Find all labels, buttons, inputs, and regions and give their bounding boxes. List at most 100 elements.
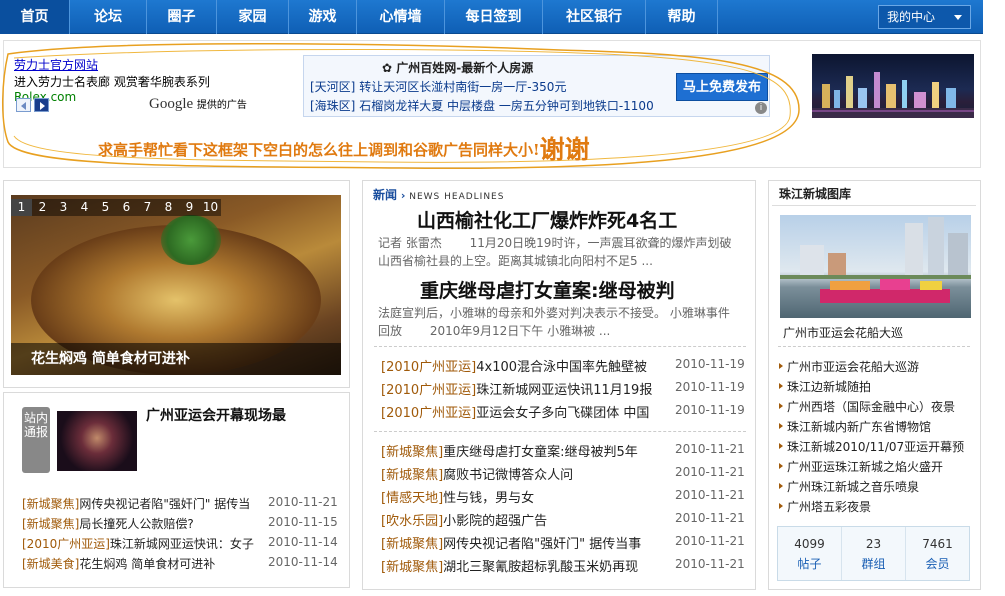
gallery-list-item[interactable]: 珠江新城2010/11/07亚运开幕预 — [779, 438, 964, 455]
prev-ad-button[interactable] — [16, 98, 31, 112]
list-item-date: 2010-11-21 — [675, 511, 745, 525]
annotation-text: 求高手帮忙看下这框架下空白的怎么往上调到和谷歌广告同样大小!谢谢 — [98, 130, 590, 166]
info-icon[interactable]: i — [755, 102, 767, 114]
stat-value: 23 — [865, 537, 882, 551]
notice-title[interactable]: 广州亚运会开幕现场最 — [146, 405, 286, 425]
list-item[interactable]: [新城聚焦]网传央视记者陷"强奸门" 据传当事 2010-11-21 — [381, 533, 745, 552]
nav-daily-checkin[interactable]: 每日签到 — [445, 0, 543, 34]
nav-games[interactable]: 游戏 — [289, 0, 357, 34]
realty-ad-tag: [天河区] — [310, 80, 356, 94]
divider — [374, 431, 746, 432]
slide-page-7[interactable]: 7 — [137, 199, 158, 216]
list-item[interactable]: [新城聚焦]局长撞死人公款赔偿? 2010-11-15 — [22, 515, 338, 532]
slide-page-1[interactable]: 1 — [11, 199, 32, 216]
nav-home-space[interactable]: 家园 — [217, 0, 289, 34]
list-item[interactable]: [情感天地]性与钱，男与女 2010-11-21 — [381, 487, 745, 506]
list-item-title: 网传央视记者陷"强奸门" 据传当 — [79, 497, 251, 511]
nav-home[interactable]: 首页 — [0, 0, 70, 34]
list-item-title: 局长撞死人公款赔偿? — [79, 517, 194, 531]
realty-ad-title[interactable]: ✿ 广州百姓网-最新个人房源 — [382, 59, 533, 76]
list-item-title: 重庆继母虐打女童案:继母被判5年 — [443, 445, 638, 460]
headline-title[interactable]: 重庆继母虐打女童案:继母被判 — [420, 276, 675, 303]
gallery-list-item[interactable]: 广州西塔（国际金融中心）夜景 — [779, 398, 955, 415]
nav-community-bank[interactable]: 社区银行 — [543, 0, 646, 34]
nav-circles[interactable]: 圈子 — [147, 0, 217, 34]
list-item-category: [新城聚焦] — [381, 445, 444, 460]
list-item[interactable]: [新城聚焦]网传央视记者陷"强奸门" 据传当 2010-11-21 — [22, 495, 338, 512]
slide-caption[interactable]: 花生焖鸡 简单食材可进补 — [11, 343, 341, 375]
gallery-list-item[interactable]: 广州珠江新城之音乐喷泉 — [779, 478, 919, 495]
list-item-category: [新城聚焦] — [381, 560, 444, 575]
nav-help[interactable]: 帮助 — [646, 0, 718, 34]
arrow-right-icon — [40, 102, 45, 110]
list-item-date: 2010-11-19 — [675, 357, 745, 371]
gallery-list-item[interactable]: 广州塔五彩夜景 — [779, 498, 871, 515]
realty-ad-row[interactable]: [海珠区] 石榴岗龙祥大夏 中层楼盘 一房五分钟可到地铁口-1100 — [310, 97, 654, 114]
list-item-title: 珠江新城网亚运快讯：女子 — [109, 537, 254, 551]
list-item[interactable]: [2010广州亚运]珠江新城网亚运快讯11月19报 2010-11-19 — [381, 379, 745, 398]
slide-page-4[interactable]: 4 — [74, 199, 95, 216]
realty-ad-row[interactable]: [天河区] 转让天河区长湴村南街一房一厅-350元 — [310, 78, 566, 95]
headlines-label-cn: 新闻 — [373, 188, 398, 202]
stat-value: 4099 — [794, 537, 825, 551]
stat-members[interactable]: 7461 会员 — [906, 527, 969, 580]
list-item[interactable]: [新城聚焦]腐败书记微博答众人问 2010-11-21 — [381, 464, 745, 483]
stat-groups[interactable]: 23 群组 — [842, 527, 906, 580]
annotation-question: 求高手帮忙看下这框架下空白的怎么往上调到和谷歌广告同样大小! — [98, 141, 540, 159]
list-item-title: 性与钱，男与女 — [443, 491, 535, 506]
headline-summary: 法庭宣判后，小雅琳的母亲和外婆对判决表示不接受。 小雅琳事件回放 2010年9月… — [378, 306, 730, 338]
google-logo-text: Google — [149, 96, 194, 112]
google-ad-link[interactable]: 劳力士官方网站 — [14, 58, 98, 72]
list-item-date: 2010-11-15 — [268, 515, 338, 529]
garnish-image — [161, 215, 221, 265]
my-center-label: 我的中心 — [887, 10, 936, 24]
slide-page-9[interactable]: 9 — [179, 199, 200, 216]
list-item[interactable]: [2010广州亚运]4x100混合泳中国率先触壁被 2010-11-19 — [381, 356, 745, 375]
list-item-category: [吹水乐园] — [381, 514, 444, 529]
ads-by-label: 提供的广告 — [196, 100, 247, 111]
headline-title[interactable]: 山西榆社化工厂爆炸炸死4名工 — [417, 206, 677, 233]
list-item[interactable]: [2010广州亚运]珠江新城网亚运快讯：女子 2010-11-14 — [22, 535, 338, 552]
list-item-category: [2010广州亚运] — [381, 383, 477, 398]
stat-posts[interactable]: 4099 帖子 — [778, 527, 842, 580]
free-post-button[interactable]: 马上免费发布 — [676, 73, 768, 101]
slide-page-5[interactable]: 5 — [95, 199, 116, 216]
slideshow[interactable]: 1 2 3 4 5 6 7 8 9 10 花生焖鸡 简单食材可进补 — [11, 195, 341, 375]
gallery-list-item[interactable]: 广州亚运珠江新城之焰火盛开 — [779, 458, 943, 475]
next-ad-button[interactable] — [34, 98, 49, 112]
list-item-date: 2010-11-14 — [268, 555, 338, 569]
list-item-date: 2010-11-21 — [675, 488, 745, 502]
list-item[interactable]: [新城聚焦]湖北三聚氰胺超标乳酸玉米奶再现 2010-11-21 — [381, 556, 745, 575]
my-center-dropdown[interactable]: 我的中心 — [878, 5, 971, 29]
divider — [374, 346, 746, 347]
slide-page-6[interactable]: 6 — [116, 199, 137, 216]
flower-boat-image — [780, 217, 971, 303]
google-logo: Google 提供的广告 — [149, 96, 247, 113]
stat-value: 7461 — [922, 537, 953, 551]
nav-mood-wall[interactable]: 心情墙 — [357, 0, 445, 34]
headlines-label-en: NEWS HEADLINES — [409, 192, 505, 202]
gallery-list-item[interactable]: 珠江新城内新广东省博物馆 — [779, 418, 931, 435]
slide-page-2[interactable]: 2 — [32, 199, 53, 216]
gallery-caption[interactable]: 广州市亚运会花船大巡 — [783, 324, 903, 341]
opening-ceremony-thumbnail[interactable] — [57, 411, 137, 471]
slide-page-8[interactable]: 8 — [158, 199, 179, 216]
headlines-label: 新闻 › NEWS HEADLINES — [373, 188, 505, 202]
gallery-photo[interactable] — [780, 215, 971, 318]
realty-ad-text: 石榴岗龙祥大夏 中层楼盘 一房五分钟可到地铁口-1100 — [359, 99, 654, 113]
city-skyline-image — [812, 72, 974, 118]
headline-summary: 记者 张雷杰 11月20日晚19时许，一声震耳欲聋的爆炸声划破山西省榆社县的上空… — [378, 236, 732, 268]
gallery-title: 珠江新城图库 — [779, 187, 852, 201]
slide-page-3[interactable]: 3 — [53, 199, 74, 216]
slide-page-10[interactable]: 10 — [200, 199, 221, 216]
list-item-title: 花生焖鸡 简单食材可进补 — [79, 557, 216, 571]
gallery-list-item[interactable]: 珠江边新城随拍 — [779, 378, 871, 395]
gallery-list-item-label: 广州西塔（国际金融中心）夜景 — [787, 400, 956, 414]
gallery-list-item-label: 广州塔五彩夜景 — [787, 500, 872, 514]
gallery-list-item[interactable]: 广州市亚运会花船大巡游 — [779, 358, 919, 375]
list-item[interactable]: [2010广州亚运]亚运会女子多向飞碟团体 中国 2010-11-19 — [381, 402, 745, 421]
list-item[interactable]: [新城美食]花生焖鸡 简单食材可进补 2010-11-14 — [22, 555, 338, 572]
list-item[interactable]: [新城聚焦]重庆继母虐打女童案:继母被判5年 2010-11-21 — [381, 441, 745, 460]
nav-forum[interactable]: 论坛 — [70, 0, 147, 34]
list-item[interactable]: [吹水乐园]小影院的超强广告 2010-11-21 — [381, 510, 745, 529]
